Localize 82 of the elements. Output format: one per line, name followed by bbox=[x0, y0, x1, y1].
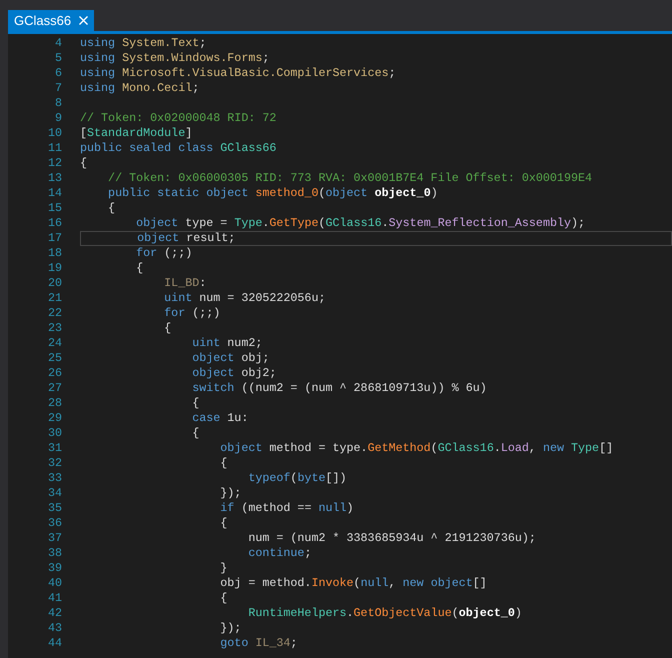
code-line: { bbox=[163, 321, 172, 336]
line-number: 23 bbox=[46, 321, 62, 336]
code-line: case 1u: bbox=[191, 411, 250, 426]
line-number: 39 bbox=[46, 561, 62, 576]
code-line: switch ((num2 = (num ^ 2868109713u)) % 6u) bbox=[191, 381, 488, 396]
line-number: 42 bbox=[46, 606, 62, 621]
code-line: }); bbox=[219, 621, 242, 636]
code-line: if (method == null) bbox=[219, 501, 355, 516]
code-line: for (;;) bbox=[163, 306, 222, 321]
code-line: object obj2; bbox=[191, 366, 278, 381]
line-number: 15 bbox=[46, 201, 62, 216]
line-number: 14 bbox=[46, 186, 62, 201]
code-line: public static object smethod_0(object object_0) bbox=[107, 186, 439, 201]
line-number: 7 bbox=[54, 81, 62, 96]
line-number: 11 bbox=[46, 141, 62, 156]
line-number: 43 bbox=[46, 621, 62, 636]
line-number: 9 bbox=[54, 111, 62, 126]
line-number: 22 bbox=[46, 306, 62, 321]
line-number: 36 bbox=[46, 516, 62, 531]
line-number: 13 bbox=[46, 171, 62, 186]
code-line: using Mono.Cecil; bbox=[80, 81, 200, 96]
line-number: 4 bbox=[54, 36, 62, 51]
line-number: 29 bbox=[46, 411, 62, 426]
line-number: 27 bbox=[46, 381, 62, 396]
line-number: 38 bbox=[46, 546, 62, 561]
code-line: using System.Windows.Forms; bbox=[80, 51, 270, 66]
line-number: 12 bbox=[46, 156, 62, 171]
line-number: 18 bbox=[46, 246, 62, 261]
code-line: object method = type.GetMethod(GClass16.Load, new Type[] bbox=[219, 441, 614, 456]
line-number: 34 bbox=[46, 486, 62, 501]
line-number: 33 bbox=[46, 471, 62, 486]
line-number: 19 bbox=[46, 261, 62, 276]
line-number: 28 bbox=[46, 396, 62, 411]
code-line: { bbox=[219, 591, 228, 606]
code-line: continue; bbox=[247, 546, 312, 561]
line-number: 17 bbox=[46, 231, 62, 246]
code-line: num = (num2 * 3383685934u ^ 2191230736u); bbox=[247, 531, 537, 546]
line-number: 37 bbox=[46, 531, 62, 546]
line-number: 6 bbox=[54, 66, 62, 81]
code-line: public sealed class GClass66 bbox=[80, 141, 278, 156]
line-number: 41 bbox=[46, 591, 62, 606]
line-number: 8 bbox=[54, 96, 62, 111]
line-number: 16 bbox=[46, 216, 62, 231]
code-line: obj = method.Invoke(null, new object[] bbox=[219, 576, 488, 591]
code-line: uint num = 3205222056u; bbox=[163, 291, 326, 306]
line-number: 40 bbox=[46, 576, 62, 591]
code-line: { bbox=[80, 156, 88, 171]
code-line: for (;;) bbox=[135, 246, 194, 261]
line-number: 31 bbox=[46, 441, 62, 456]
code-line: // Token: 0x06000305 RID: 773 RVA: 0x0001B7E4 File Offset: 0x000199E4 bbox=[107, 171, 593, 186]
line-number: 24 bbox=[46, 336, 62, 351]
code-line: { bbox=[191, 426, 200, 441]
code-line: { bbox=[219, 516, 228, 531]
line-number: 26 bbox=[46, 366, 62, 381]
code-line: { bbox=[191, 396, 200, 411]
line-number: 5 bbox=[54, 51, 62, 66]
document-tab[interactable]: GClass66 bbox=[8, 10, 94, 31]
line-number: 35 bbox=[46, 501, 62, 516]
code-line: [StandardModule] bbox=[80, 126, 194, 141]
line-number: 44 bbox=[46, 636, 62, 651]
code-line: uint num2; bbox=[191, 336, 264, 351]
code-line: typeof(byte[]) bbox=[247, 471, 348, 486]
code-line: using System.Text; bbox=[80, 36, 208, 51]
code-line: }); bbox=[219, 486, 242, 501]
line-number: 25 bbox=[46, 351, 62, 366]
line-number: 32 bbox=[46, 456, 62, 471]
code-line: IL_BD: bbox=[163, 276, 208, 291]
line-number: 10 bbox=[46, 126, 62, 141]
code-line: { bbox=[107, 201, 116, 216]
close-icon[interactable] bbox=[79, 16, 88, 25]
code-line: RuntimeHelpers.GetObjectValue(object_0) bbox=[247, 606, 523, 621]
code-line: // Token: 0x02000048 RID: 72 bbox=[80, 111, 278, 126]
line-number: 20 bbox=[46, 276, 62, 291]
line-number: 30 bbox=[46, 426, 62, 441]
code-line: } bbox=[219, 561, 228, 576]
line-number: 21 bbox=[46, 291, 62, 306]
code-line: using Microsoft.VisualBasic.CompilerServices; bbox=[80, 66, 397, 81]
code-line: object type = Type.GetType(GClass16.System_Reflection_Assembly); bbox=[135, 216, 586, 231]
code-line: { bbox=[219, 456, 228, 471]
code-line: goto IL_34; bbox=[219, 636, 298, 651]
code-line: object obj; bbox=[191, 351, 270, 366]
code-line: { bbox=[135, 261, 144, 276]
